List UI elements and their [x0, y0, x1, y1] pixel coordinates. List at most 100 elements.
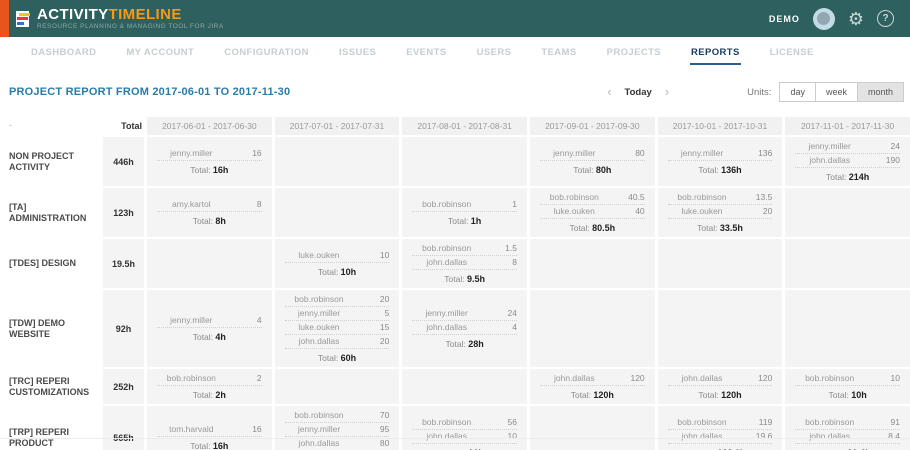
cell-total: Total: 80h — [540, 161, 645, 176]
report-toolbar: PROJECT REPORT FROM 2017-06-01 TO 2017-1… — [9, 82, 904, 102]
period-cell-3 — [530, 290, 655, 367]
user-name: bob.robinson — [668, 417, 737, 428]
user-name: bob.robinson — [668, 192, 737, 203]
user-entry: jenny.miller16 — [157, 147, 262, 161]
user-name: bob.robinson — [412, 199, 481, 210]
period-cell-4: bob.robinson119john.dallas19.6Total: 138… — [658, 406, 783, 450]
project-name: [TRC] REPERI CUSTOMIZATIONS — [0, 369, 100, 404]
help-icon[interactable]: ? — [877, 10, 894, 27]
cell-total: Total: 214h — [795, 168, 900, 183]
period-cell-3: jenny.miller80Total: 80h — [530, 137, 655, 186]
project-total: 565h — [103, 406, 144, 450]
user-entry: bob.robinson70 — [285, 409, 390, 423]
cell-total: Total: 16h — [157, 161, 262, 176]
cell-total: Total: 28h — [412, 335, 517, 350]
user-name: bob.robinson — [540, 192, 609, 203]
nav-item-reports[interactable]: REPORTS — [690, 41, 741, 65]
app-window: ACTIVITYTIMELINE RESOURCE PLANNING & MAN… — [0, 0, 910, 450]
page-title: PROJECT REPORT FROM 2017-06-01 TO 2017-1… — [9, 86, 290, 98]
user-hours: 56 — [481, 417, 517, 428]
nav-item-configuration[interactable]: CONFIGURATION — [223, 41, 310, 65]
cell-total: Total: 60h — [285, 349, 390, 364]
unit-button-month[interactable]: month — [857, 82, 904, 102]
cell-total: Total: 138.6h — [668, 444, 773, 450]
user-entry: amy.kartol8 — [157, 198, 262, 212]
user-name: bob.robinson — [412, 243, 481, 254]
user-entry: luke.ouken10 — [285, 249, 390, 263]
next-period-icon[interactable]: › — [665, 87, 669, 97]
user-entry: bob.robinson56 — [412, 416, 517, 430]
user-entry: luke.ouken15 — [285, 321, 390, 335]
period-cell-1: bob.robinson70jenny.miller95john.dallas8… — [275, 406, 400, 450]
cell-total: Total: 99.4h — [795, 444, 900, 450]
nav-item-issues[interactable]: ISSUES — [338, 41, 377, 65]
nav-item-users[interactable]: USERS — [476, 41, 513, 65]
user-name: tom.harvald — [157, 424, 226, 435]
period-cell-1: bob.robinson20jenny.miller5luke.ouken15j… — [275, 290, 400, 367]
cell-total: Total: 136h — [668, 161, 773, 176]
nav-item-events[interactable]: EVENTS — [405, 41, 447, 65]
period-cell-3 — [530, 406, 655, 450]
nav-item-projects[interactable]: PROJECTS — [606, 41, 662, 65]
user-hours: 120 — [736, 373, 772, 384]
project-name: [TDES] DESIGN — [0, 239, 100, 288]
period-cell-1 — [275, 188, 400, 237]
period-header-1: 2017-07-01 - 2017-07-31 — [275, 117, 400, 135]
today-button[interactable]: Today — [625, 87, 652, 98]
user-name: jenny.miller — [285, 308, 354, 319]
user-name: jenny.miller — [540, 148, 609, 159]
user-name: john.dallas — [285, 438, 354, 449]
period-cell-4: jenny.miller136 Total: 136h — [658, 137, 783, 186]
nav-item-dashboard[interactable]: DASHBOARD — [30, 41, 97, 65]
user-name: john.dallas — [285, 336, 354, 347]
period-cell-4: bob.robinson13.5luke.ouken20Total: 33.5h — [658, 188, 783, 237]
user-hours: 91 — [864, 417, 900, 428]
user-name: jenny.miller — [285, 424, 354, 435]
period-header-5: 2017-11-01 - 2017-11-30 — [785, 117, 910, 135]
user-name: jenny.miller — [668, 148, 737, 159]
nav-item-teams[interactable]: TEAMS — [540, 41, 577, 65]
user-hours: 13.5 — [736, 192, 772, 203]
project-name: [TRP] REPERI PRODUCT — [0, 406, 100, 450]
user-hours: 136 — [736, 148, 772, 159]
project-total: 92h — [103, 290, 144, 367]
user-entry: jenny.miller80 — [540, 147, 645, 161]
user-entry: luke.ouken40 — [540, 205, 645, 219]
user-avatar[interactable] — [813, 8, 835, 30]
logo-icon — [16, 11, 29, 27]
user-hours: 24 — [481, 308, 517, 319]
accent-strip — [0, 0, 9, 37]
cell-total: Total: 1h — [412, 212, 517, 227]
period-cell-3 — [530, 239, 655, 288]
unit-button-day[interactable]: day — [779, 82, 816, 102]
user-name: bob.robinson — [285, 410, 354, 421]
period-cell-4: john.dallas120Total: 120h — [658, 369, 783, 404]
user-hours: 24 — [864, 141, 900, 152]
user-entry: jenny.miller24 — [412, 307, 517, 321]
prev-period-icon[interactable]: ‹ — [607, 87, 611, 97]
user-name: john.dallas — [412, 322, 481, 333]
period-cell-0: jenny.miller4Total: 4h — [147, 290, 272, 367]
nav-item-license[interactable]: LICENSE — [769, 41, 815, 65]
user-entry: john.dallas8 — [412, 256, 517, 270]
cell-total: Total: 9.5h — [412, 270, 517, 285]
nav-item-my-account[interactable]: MY ACCOUNT — [125, 41, 195, 65]
cell-total: Total: 10h — [795, 386, 900, 401]
user-hours: 10 — [481, 431, 517, 442]
user-entry: jenny.miller24 — [795, 140, 900, 154]
period-cell-5: bob.robinson10Total: 10h — [785, 369, 910, 404]
user-hours: 190 — [864, 155, 900, 166]
table-corner: - — [0, 117, 100, 135]
project-name: [TDW] DEMO WEBSITE — [0, 290, 100, 367]
app-logo[interactable]: ACTIVITYTIMELINE RESOURCE PLANNING & MAN… — [16, 7, 224, 31]
project-total: 446h — [103, 137, 144, 186]
period-cell-1 — [275, 369, 400, 404]
cell-total: Total: 4h — [157, 328, 262, 343]
user-name: john.dallas — [412, 431, 481, 442]
period-cell-2 — [402, 137, 527, 186]
unit-button-week[interactable]: week — [815, 82, 858, 102]
brand-primary: ACTIVITY — [37, 6, 109, 23]
user-hours: 80 — [609, 148, 645, 159]
user-entry: bob.robinson2 — [157, 372, 262, 386]
settings-gear-icon[interactable]: ⚙ — [848, 10, 864, 28]
